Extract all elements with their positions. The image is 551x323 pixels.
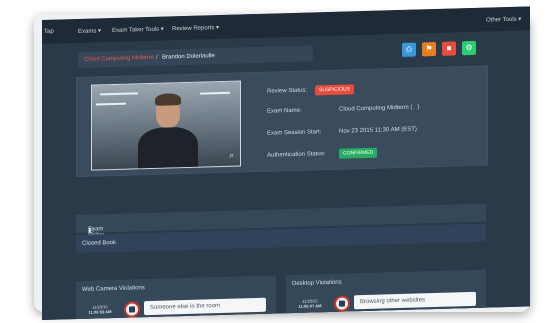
nav-exam-taker-tools[interactable]: Exam Taker Tools ▾	[112, 26, 164, 34]
webcam-snapshot[interactable]: ⌕	[91, 80, 241, 171]
breadcrumb: Cloud Computing Midterm / Brandon Doleri…	[78, 45, 313, 68]
brand-logo[interactable]: Tap	[44, 29, 54, 35]
desktop-violation-icon[interactable]	[334, 295, 350, 312]
session-details-panel: ⌕ Review Status: SUSPICIOUS Exam Name: C…	[76, 65, 488, 178]
exam-name-label: Exam Name:	[267, 107, 302, 115]
desktop-violations-panel: Desktop Violations 11/23/15 11:06:07 AM B…	[286, 269, 486, 320]
desktop-violations-title: Desktop Violations	[292, 279, 342, 288]
desktop-violation-time: 11/23/15 11:06:07 AM	[298, 298, 322, 309]
session-start-label: Exam Session Start:	[267, 129, 322, 137]
auth-status-label: Authentication Status:	[267, 151, 326, 159]
ceiling-light	[100, 92, 138, 96]
webcam-violation-note[interactable]: Someone else in the room	[144, 297, 266, 316]
nav-review-reports[interactable]: Review Reports ▾	[172, 24, 219, 32]
desktop-violation-note[interactable]: Browsing other websites	[354, 291, 476, 310]
exam-name-value: Cloud Computing Midterm (...)	[339, 104, 420, 113]
print-icon: ⎙	[405, 44, 413, 54]
camera-violation-icon[interactable]	[124, 301, 140, 318]
zoom-icon[interactable]: ⌕	[230, 151, 234, 161]
main-content: Cloud Computing Midterm / Brandon Doleri…	[42, 30, 530, 320]
flag-button[interactable]: ⚑	[422, 41, 436, 57]
auth-status-badge: CONFIRMED	[339, 147, 378, 159]
print-button[interactable]: ⎙	[402, 42, 416, 57]
nav-other-tools[interactable]: Other Tools ▾	[486, 16, 521, 24]
webcam-violations-title: Web Camera Violations	[82, 285, 145, 293]
person-body	[138, 126, 198, 171]
webcam-violation-time: 11/23/15 11:06:59 AM	[88, 304, 112, 315]
webcam-violations-panel: Web Camera Violations 11/23/15 11:06:59 A…	[76, 275, 276, 320]
person-hair	[155, 93, 181, 106]
review-status-badge: SUSPICIOUS	[315, 84, 354, 96]
delete-icon: ■	[446, 43, 452, 53]
flag-icon: ⚑	[425, 44, 433, 54]
review-status-label: Review Status:	[267, 87, 308, 95]
settings-icon: ⚙	[465, 42, 473, 53]
ceiling-light	[96, 102, 126, 106]
session-start-value: Nov 23 2015 11:30 AM (EST)	[339, 126, 417, 135]
breadcrumb-exam-link[interactable]: Cloud Computing Midterm	[84, 55, 154, 63]
app-window: Tap Exams ▾ Exam Taker Tools ▾ Review Re…	[42, 6, 530, 320]
breadcrumb-separator: /	[156, 54, 158, 61]
delete-button[interactable]: ■	[442, 41, 456, 56]
breadcrumb-current: Brandon Doleriaulle	[162, 53, 215, 61]
ceiling-light	[200, 91, 230, 95]
exam-policy-value: Closed Book	[82, 239, 117, 247]
settings-button[interactable]: ⚙	[462, 40, 476, 56]
nav-exams[interactable]: Exams ▾	[78, 27, 101, 35]
